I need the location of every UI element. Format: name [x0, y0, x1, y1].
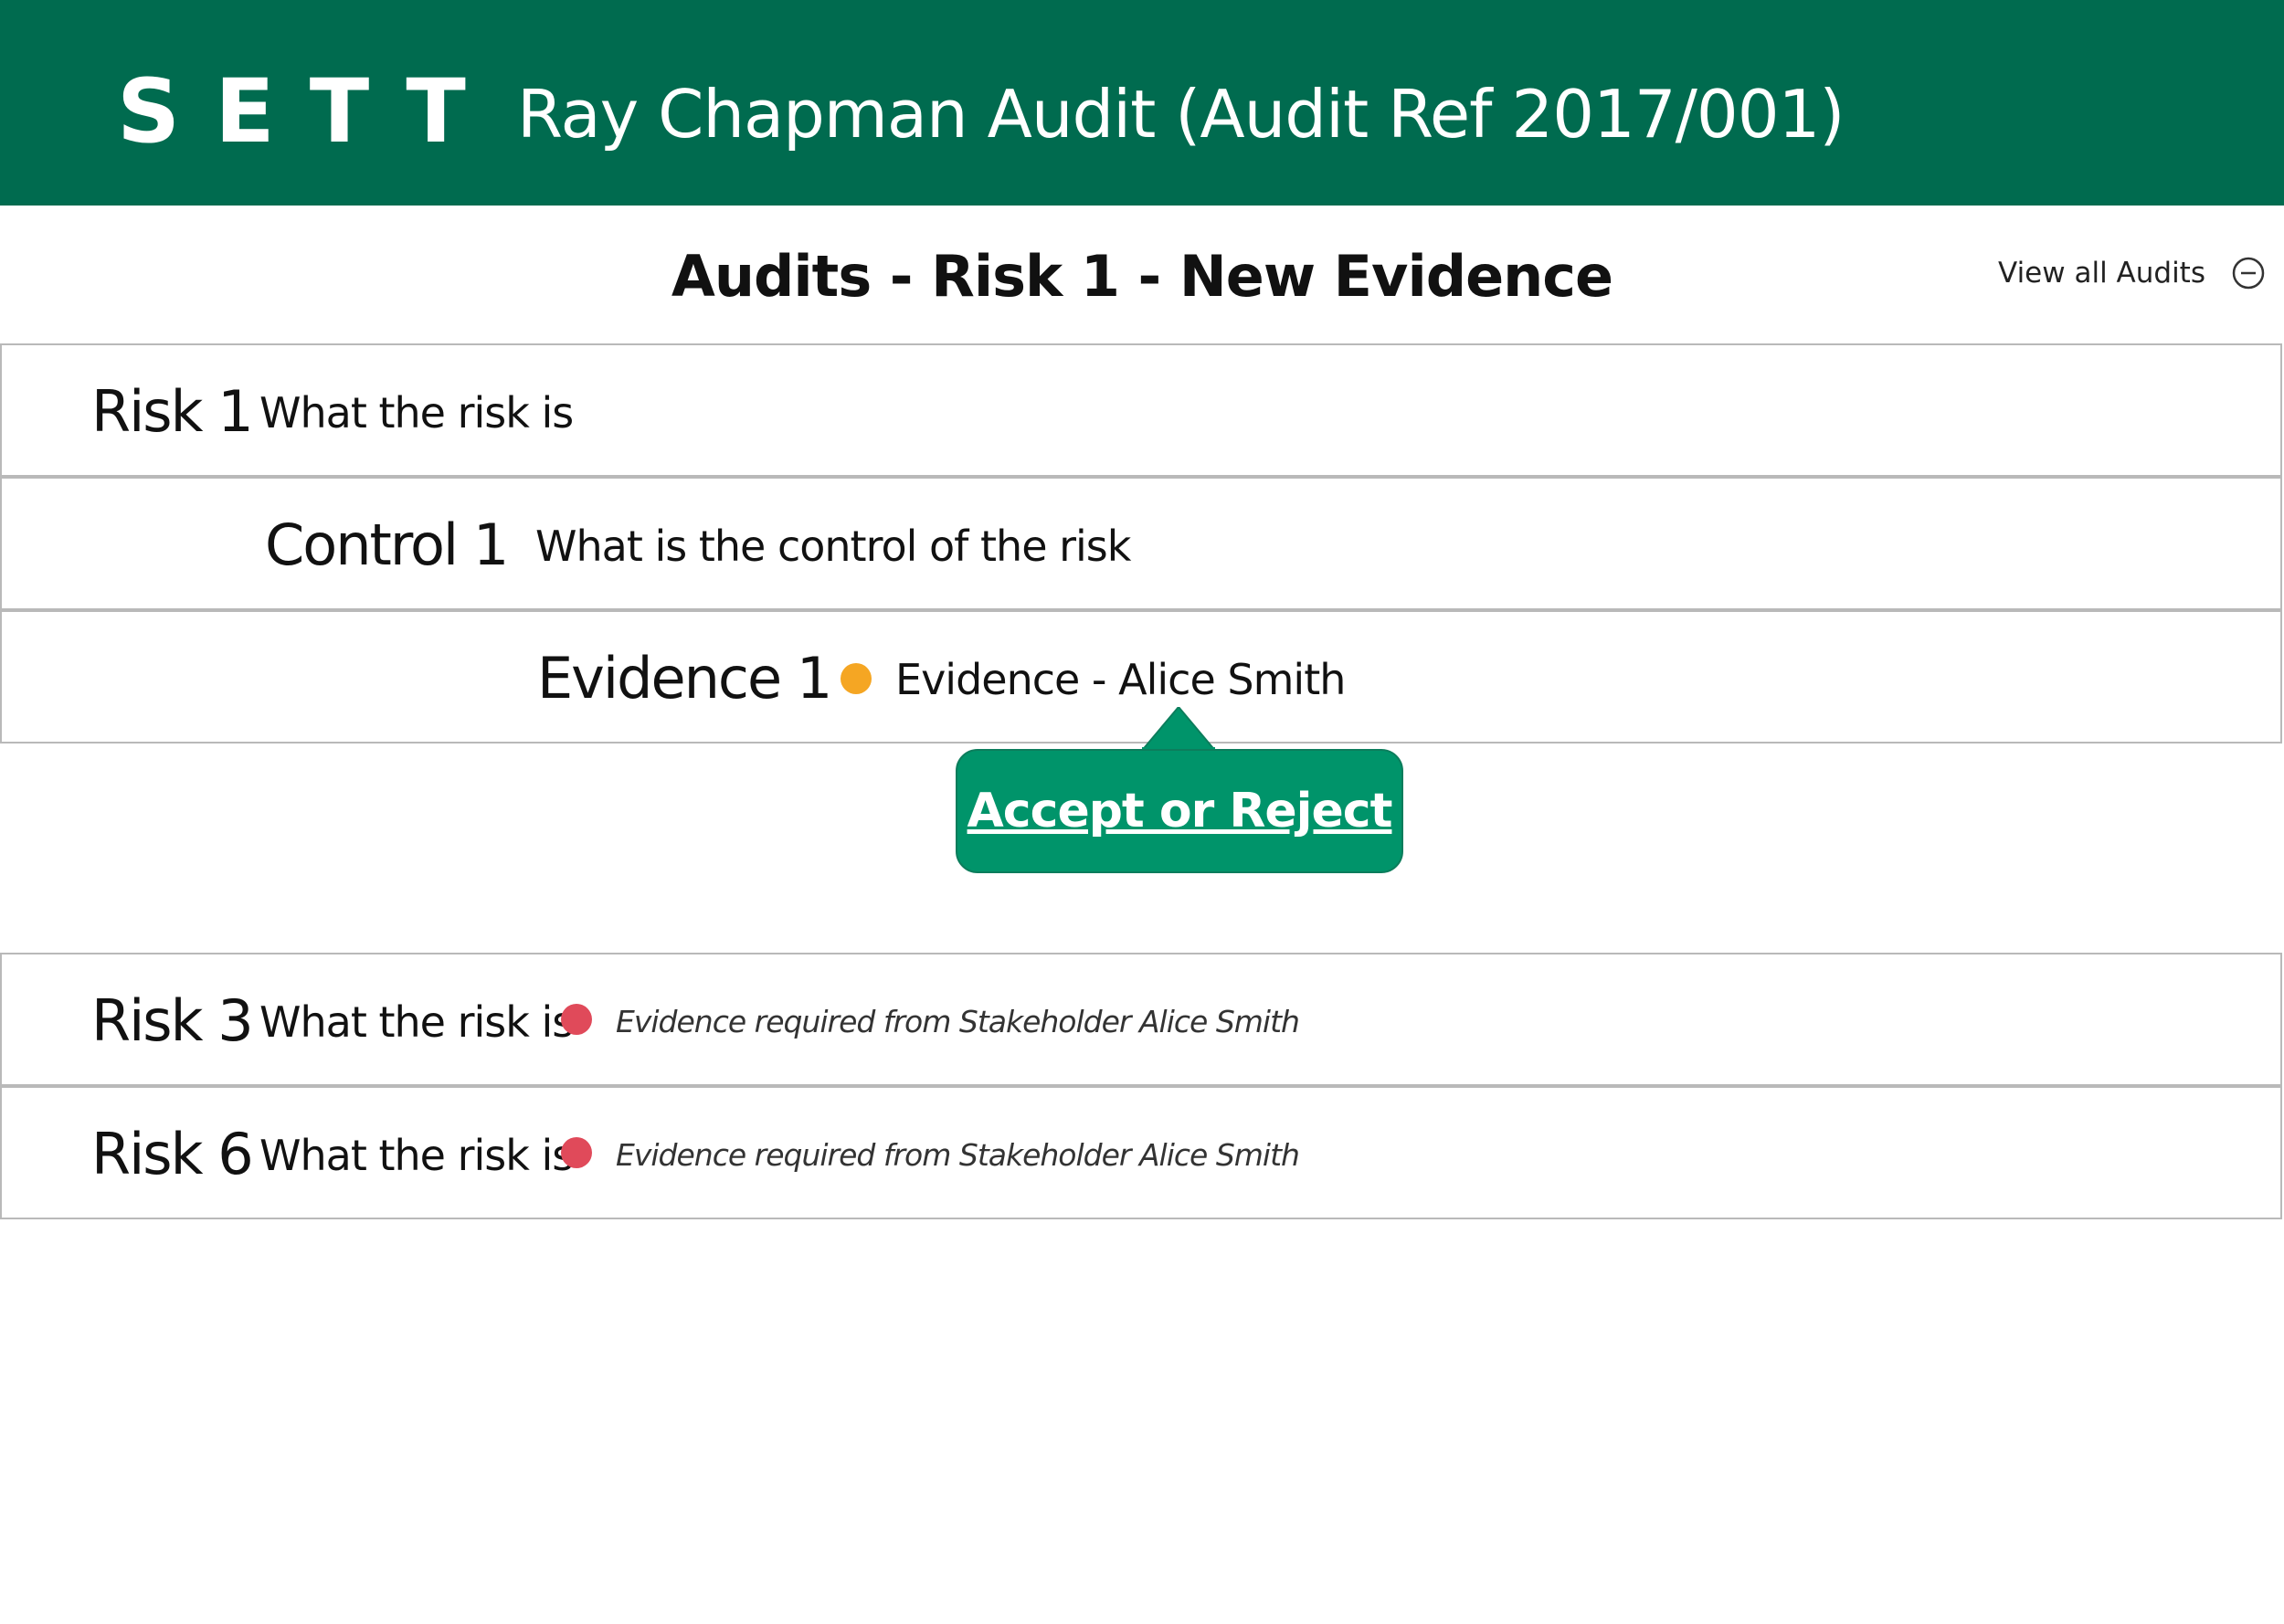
view-all-audits-label: View all Audits	[1998, 257, 2205, 290]
risk-label: Risk 1	[91, 378, 254, 445]
accept-or-reject-button[interactable]: Accept or Reject	[956, 749, 1403, 873]
brand-logo: SETT	[117, 60, 501, 163]
audit-title: Ray Chapman Audit (Audit Ref 2017/001)	[517, 76, 1845, 153]
status-dot-pending	[841, 663, 872, 694]
risk-row-1[interactable]: Risk 1 What the risk is	[0, 343, 2282, 477]
risk-label: Risk 3	[91, 987, 254, 1054]
minus-circle-icon	[2232, 257, 2265, 290]
risk-description: What the risk is	[259, 388, 574, 438]
control-label: Control 1	[265, 511, 509, 578]
control-description: What is the control of the risk	[535, 522, 1131, 571]
view-all-audits-link[interactable]: View all Audits	[1998, 256, 2266, 290]
risk-description: What the risk is	[259, 997, 574, 1047]
app-header: SETT Ray Chapman Audit (Audit Ref 2017/0…	[0, 0, 2284, 206]
callout-pointer	[1140, 707, 1217, 753]
accept-or-reject-link[interactable]: Accept or Reject	[968, 784, 1393, 838]
status-dot-required	[561, 1004, 592, 1035]
evidence-required-note: Evidence required from Stakeholder Alice…	[616, 1137, 1300, 1173]
evidence-label: Evidence 1	[537, 645, 832, 712]
evidence-required-note: Evidence required from Stakeholder Alice…	[616, 1004, 1300, 1039]
risk-description: What the risk is	[259, 1131, 574, 1180]
page-title: Audits - Risk 1 - New Evidence	[671, 243, 1613, 310]
risk-row-3[interactable]: Risk 3 What the risk is Evidence require…	[0, 953, 2282, 1086]
risk-row-6[interactable]: Risk 6 What the risk is Evidence require…	[0, 1086, 2282, 1219]
risk-label: Risk 6	[91, 1121, 254, 1187]
control-row-1[interactable]: Control 1 What is the control of the ris…	[0, 477, 2282, 610]
evidence-description: Evidence - Alice Smith	[895, 655, 1346, 704]
status-dot-required	[561, 1137, 592, 1168]
